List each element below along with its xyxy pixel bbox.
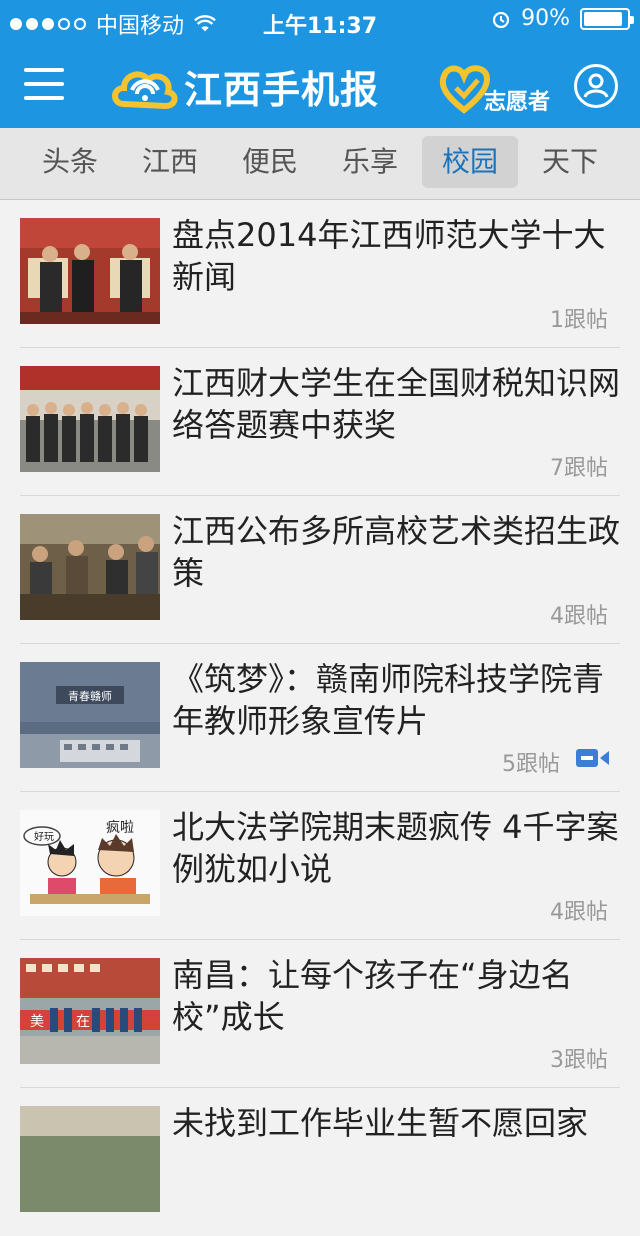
news-thumbnail (20, 366, 160, 472)
thumb-caption: 在 (76, 1014, 90, 1030)
alarm-icon (492, 11, 510, 28)
news-thumbnail: 疯啦 好玩 (20, 810, 160, 916)
tab-toutiao[interactable]: 头条 (22, 136, 118, 188)
news-thumbnail: 青春赣师 (20, 662, 160, 768)
news-thumbnail (20, 514, 160, 620)
status-right: 90% (491, 6, 634, 31)
tab-tianxia[interactable]: 天下 (522, 136, 618, 188)
news-thumbnail (20, 1106, 160, 1212)
tab-jiangxi[interactable]: 江西 (122, 136, 218, 188)
news-title: 盘点2014年江西师范大学十大新闻 (172, 216, 606, 296)
news-title: 江西公布多所高校艺术类招生政策 (172, 512, 621, 592)
tab-xiaoyuan[interactable]: 校园 (422, 136, 518, 188)
reply-count: 5跟帖 (502, 752, 560, 777)
reply-count: 1跟帖 (550, 308, 608, 333)
nav-bar: 江西手机报 志愿者 (0, 40, 640, 128)
news-title: 未找到工作毕业生暂不愿回家 (172, 1104, 589, 1142)
battery-fill (584, 11, 622, 26)
news-item[interactable]: 疯啦 好玩 北大法学院期末题疯传 4千字案例犹如小说 4跟帖 (0, 792, 640, 940)
reply-count: 4跟帖 (550, 900, 608, 925)
thumb-caption: 疯啦 (106, 819, 134, 836)
user-icon (583, 73, 609, 98)
news-thumbnail: 美 在 (20, 958, 160, 1064)
tab-bianmin[interactable]: 便民 (222, 136, 318, 188)
battery-percent: 90% (521, 6, 570, 31)
news-item[interactable]: 美 在 南昌：让每个孩子在“身边名校”成长 3跟帖 (0, 940, 640, 1088)
video-icon (576, 749, 609, 767)
status-bar: 中国移动 上午11:37 90% (0, 0, 640, 40)
menu-icon[interactable] (24, 68, 64, 100)
thumb-caption: 青春赣师 (68, 689, 112, 703)
news-item[interactable]: 江西公布多所高校艺术类招生政策 4跟帖 (0, 496, 640, 644)
volunteer-button[interactable]: 志愿者 (438, 62, 558, 115)
news-title: 南昌：让每个孩子在“身边名校”成长 (172, 956, 573, 1036)
tab-lexiang[interactable]: 乐享 (322, 136, 418, 188)
reply-count: 4跟帖 (550, 604, 608, 629)
logo-cloud-icon (112, 71, 178, 110)
category-tabs: 头条 江西 便民 乐享 校园 天下 (0, 128, 640, 200)
user-profile-button[interactable] (574, 64, 618, 108)
volunteer-label: 志愿者 (484, 90, 551, 115)
logo-text: 江西手机报 (184, 67, 380, 112)
reply-count: 3跟帖 (550, 1048, 608, 1073)
news-item[interactable]: 江西财大学生在全国财税知识网络答题赛中获奖 7跟帖 (0, 348, 640, 496)
app-header: 中国移动 上午11:37 90% 江西手机报 志愿者 (0, 0, 640, 128)
thumb-caption: 好玩 (34, 831, 54, 843)
news-title: 北大法学院期末题疯传 4千字案例犹如小说 (172, 808, 619, 888)
news-title: 《筑梦》：赣南师院科技学院青年教师形象宣传片 (172, 660, 605, 740)
thumb-caption: 美 (30, 1014, 44, 1030)
app-logo: 江西手机报 (110, 60, 379, 112)
news-item[interactable]: 盘点2014年江西师范大学十大新闻 1跟帖 (0, 200, 640, 348)
news-item[interactable]: 未找到工作毕业生暂不愿回家 (0, 1088, 640, 1236)
news-item[interactable]: 青春赣师 《筑梦》：赣南师院科技学院青年教师形象宣传片 5跟帖 (0, 644, 640, 792)
battery-icon (580, 7, 634, 30)
news-thumbnail (20, 218, 160, 324)
reply-count: 7跟帖 (550, 456, 608, 481)
news-title: 江西财大学生在全国财税知识网络答题赛中获奖 (172, 364, 621, 444)
